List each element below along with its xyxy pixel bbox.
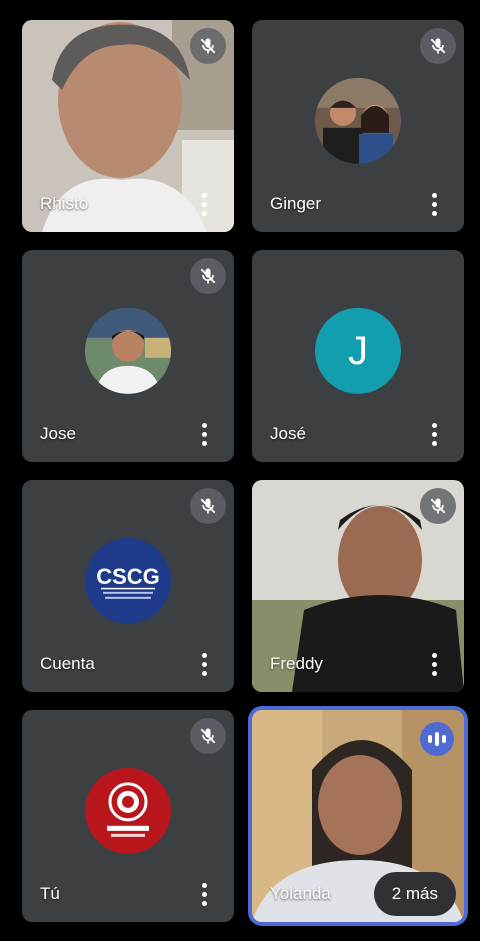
participant-tile-rhisto[interactable]: Rhisto xyxy=(22,20,234,232)
participant-name: Jose xyxy=(40,424,76,443)
participant-tile-freddy[interactable]: Freddy xyxy=(252,480,464,692)
letter-avatar: J xyxy=(315,307,401,394)
mic-off-icon xyxy=(190,718,226,754)
more-options-icon[interactable] xyxy=(422,420,446,448)
more-participants-button[interactable]: 2 más xyxy=(373,872,456,916)
participant-tile-jose[interactable]: Jose xyxy=(22,250,234,462)
participant-tile-cuenta[interactable]: CSCG Cuenta xyxy=(22,480,234,692)
cscg-logo: CSCG xyxy=(85,537,171,624)
more-options-icon[interactable] xyxy=(422,650,446,678)
participant-name: Ginger xyxy=(270,194,322,213)
audio-level-icon xyxy=(420,722,454,756)
leslie-records-logo xyxy=(85,767,171,854)
mic-off-icon xyxy=(420,28,456,64)
participant-name: Cuenta xyxy=(40,654,95,673)
participant-name: Rhisto xyxy=(40,194,89,213)
participant-name: Freddy xyxy=(270,654,323,673)
participant-name: José xyxy=(270,424,306,443)
participant-name: Tú xyxy=(40,884,60,903)
participant-tile-ginger[interactable]: Ginger xyxy=(252,20,464,232)
more-options-icon[interactable] xyxy=(192,880,216,908)
more-options-icon[interactable] xyxy=(192,650,216,678)
mic-off-icon xyxy=(420,488,456,524)
avatar xyxy=(315,77,401,164)
participant-tile-self[interactable]: Tú xyxy=(22,710,234,922)
mic-off-icon xyxy=(190,258,226,294)
participant-tile-jose-2[interactable]: J José xyxy=(252,250,464,462)
mic-off-icon xyxy=(190,28,226,64)
participant-tile-yolanda[interactable]: Yolanda 2 más xyxy=(252,710,464,922)
more-options-icon[interactable] xyxy=(422,190,446,218)
participant-name: Yolanda xyxy=(270,884,331,903)
svg-text:CSCG: CSCG xyxy=(96,564,160,589)
more-options-icon[interactable] xyxy=(192,420,216,448)
more-options-icon[interactable] xyxy=(192,190,216,218)
avatar xyxy=(85,307,171,394)
mic-off-icon xyxy=(190,488,226,524)
